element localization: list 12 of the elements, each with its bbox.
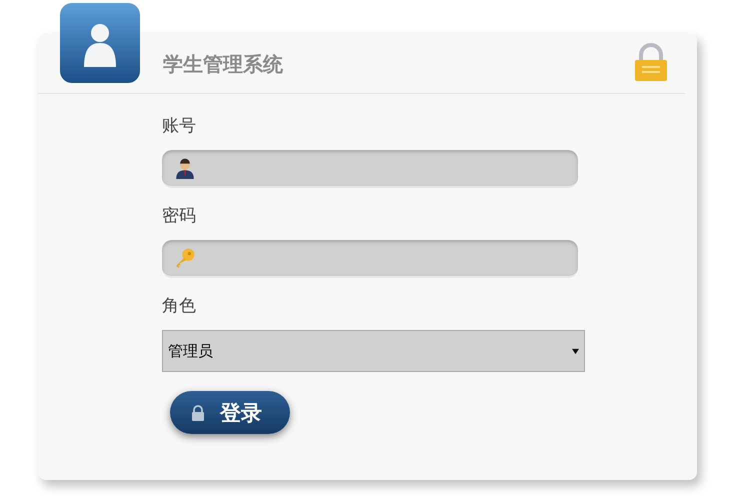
username-field[interactable]: [162, 150, 578, 188]
key-icon: [174, 247, 196, 269]
password-field[interactable]: [162, 240, 578, 278]
field-label: 密码: [162, 205, 196, 228]
field-label: 角色: [162, 295, 196, 318]
login-button[interactable]: 登录: [170, 391, 290, 434]
window-title: 学生管理系统: [163, 50, 283, 78]
caret-icon: [572, 348, 579, 354]
field-label: 账号: [162, 115, 196, 138]
padlock-icon: [190, 404, 206, 420]
role-select[interactable]: 管理员: [162, 330, 585, 372]
person-icon: [174, 157, 196, 179]
